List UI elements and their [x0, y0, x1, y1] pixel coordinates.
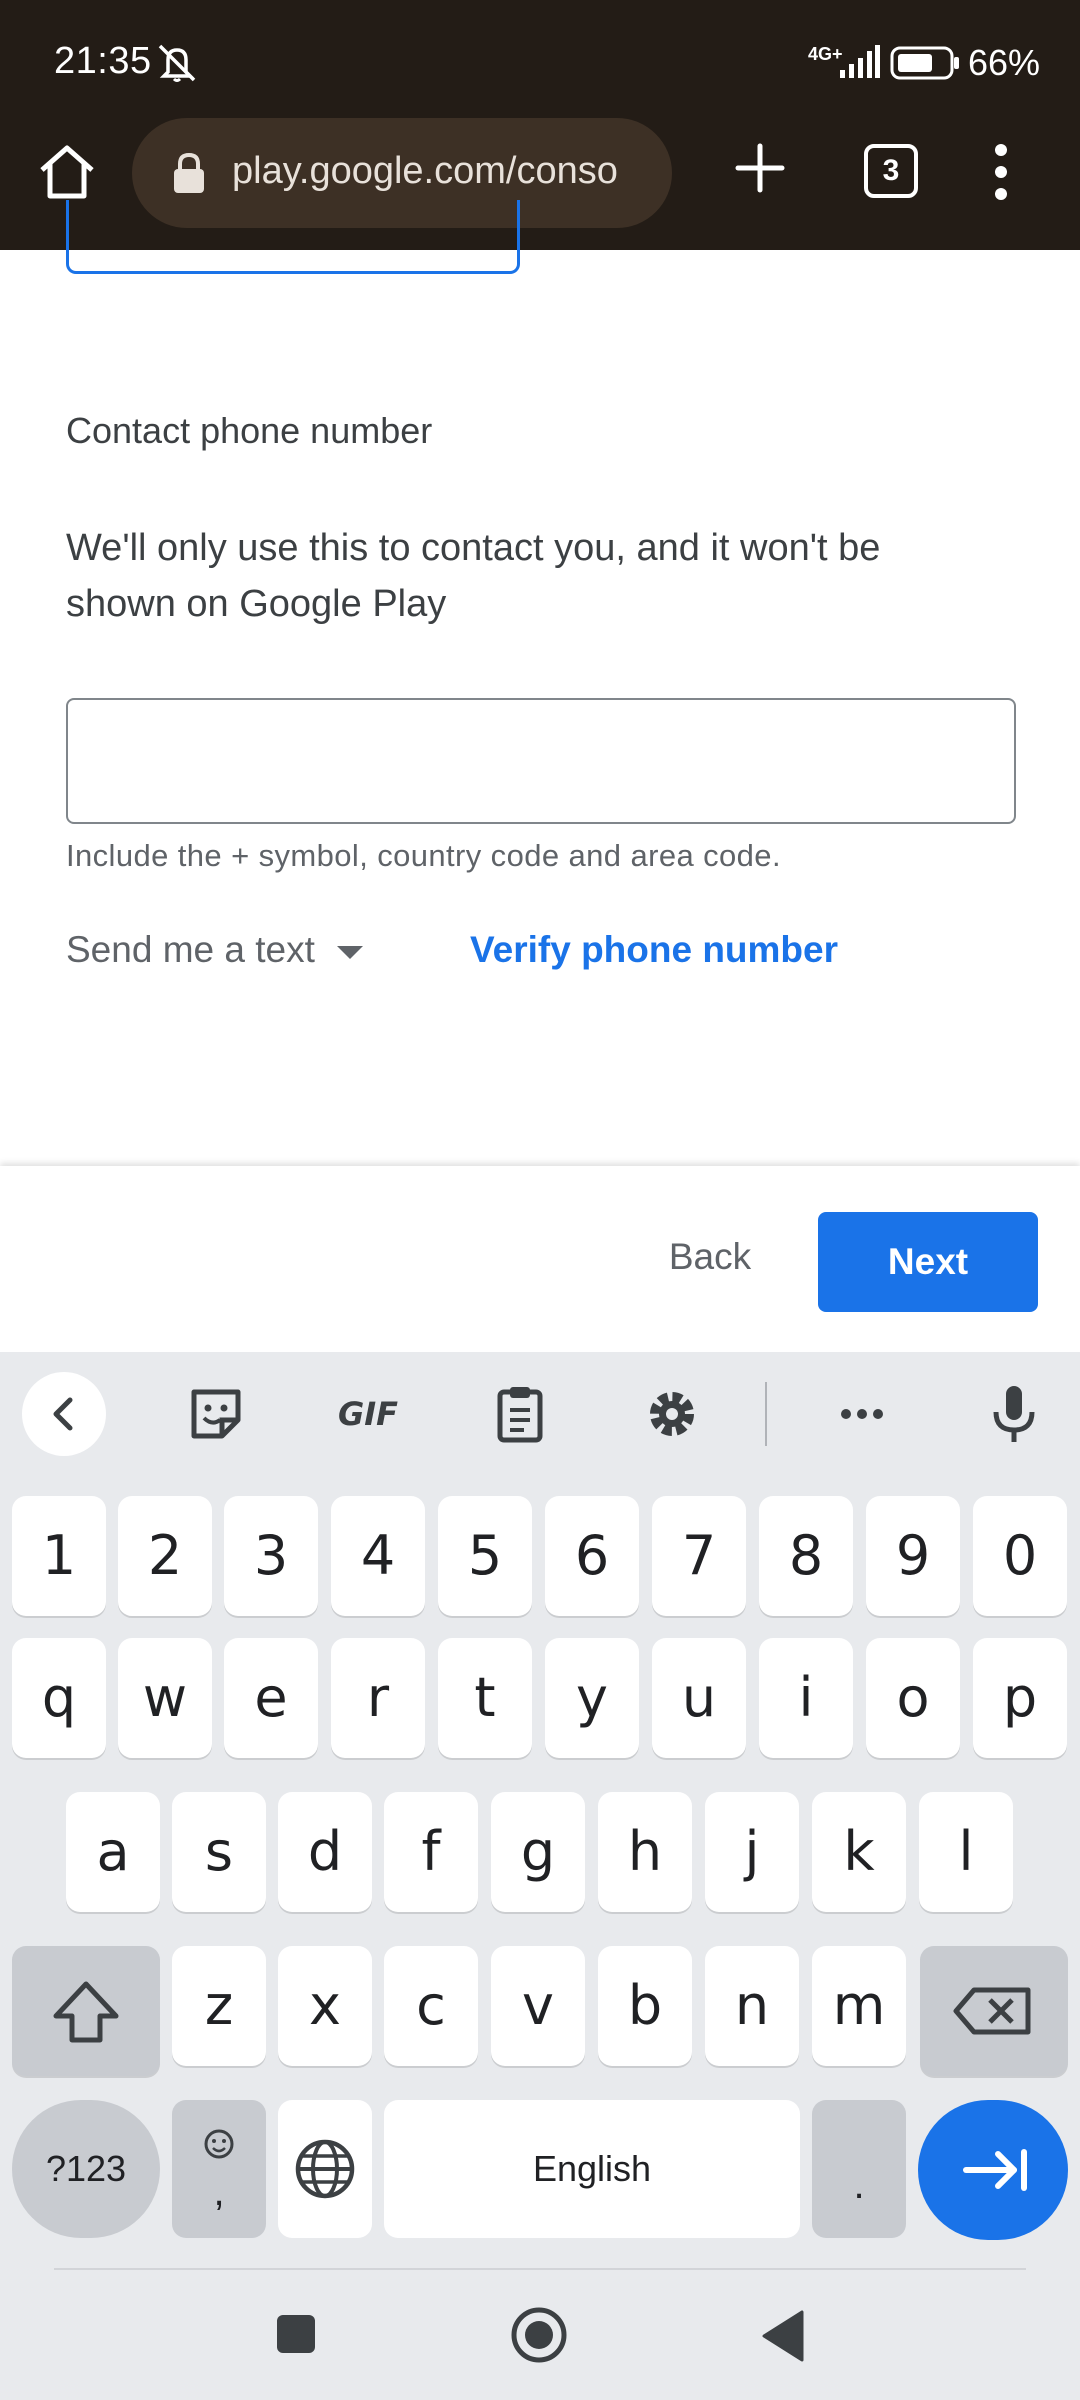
key[interactable]: b — [598, 1946, 692, 2066]
toolbar-divider — [765, 1382, 767, 1446]
globe-icon — [295, 2139, 355, 2199]
previous-input-field[interactable] — [66, 200, 520, 274]
key[interactable]: x — [278, 1946, 372, 2066]
field-description: We'll only use this to contact you, and … — [66, 527, 881, 625]
recents-icon[interactable] — [276, 2314, 316, 2354]
keyboard-divider — [54, 2268, 1026, 2270]
nav-back-icon[interactable] — [760, 2310, 806, 2362]
verification-method-dropdown[interactable]: Send me a text — [66, 922, 363, 978]
key[interactable]: z — [172, 1946, 266, 2066]
language-key[interactable] — [278, 2100, 372, 2238]
key[interactable]: p — [973, 1638, 1067, 1758]
key[interactable]: 0 — [973, 1496, 1067, 1616]
gear-icon[interactable] — [640, 1382, 704, 1446]
backspace-icon — [953, 1987, 1031, 2035]
emoji-icon — [204, 2129, 234, 2159]
period-key[interactable]: . — [812, 2100, 906, 2238]
key[interactable]: f — [384, 1792, 478, 1912]
notifications-off-icon — [158, 44, 196, 82]
key[interactable]: w — [118, 1638, 212, 1758]
shift-arrow-icon — [53, 1981, 119, 2043]
tab-forward-icon — [963, 2149, 1027, 2191]
comma-label: , — [213, 2170, 225, 2214]
key[interactable]: 3 — [224, 1496, 318, 1616]
backspace-key[interactable] — [920, 1946, 1068, 2076]
phone-number-input[interactable] — [66, 698, 1016, 824]
clipboard-icon[interactable] — [488, 1382, 552, 1446]
nav-home-icon[interactable] — [510, 2306, 568, 2364]
more-horiz-icon[interactable] — [830, 1382, 894, 1446]
verification-method-label: Send me a text — [66, 929, 315, 970]
more-vert-icon[interactable] — [986, 140, 1016, 204]
emoji-comma-key[interactable]: , — [172, 2100, 266, 2238]
key[interactable]: k — [812, 1792, 906, 1912]
key[interactable]: y — [545, 1638, 639, 1758]
phone-hint: Include the + symbol, country code and a… — [66, 838, 781, 873]
key[interactable]: m — [812, 1946, 906, 2066]
status-time: 21:35 — [54, 40, 152, 82]
key[interactable]: j — [705, 1792, 799, 1912]
key[interactable]: 4 — [331, 1496, 425, 1616]
key[interactable]: d — [278, 1792, 372, 1912]
key[interactable]: 9 — [866, 1496, 960, 1616]
key[interactable]: q — [12, 1638, 106, 1758]
key[interactable]: n — [705, 1946, 799, 2066]
key[interactable]: 8 — [759, 1496, 853, 1616]
gif-button[interactable]: GIF — [330, 1382, 406, 1446]
key[interactable]: 6 — [545, 1496, 639, 1616]
key[interactable]: 7 — [652, 1496, 746, 1616]
key[interactable]: c — [384, 1946, 478, 2066]
field-title: Contact phone number — [66, 410, 433, 451]
battery-percentage: 66% — [968, 42, 1041, 83]
verify-phone-link[interactable]: Verify phone number — [470, 922, 838, 978]
key[interactable]: o — [866, 1638, 960, 1758]
shift-key[interactable] — [12, 1946, 160, 2076]
key[interactable]: 2 — [118, 1496, 212, 1616]
back-button[interactable]: Back — [640, 1212, 780, 1302]
signal-icon — [840, 45, 880, 78]
next-button[interactable]: Next — [818, 1212, 1038, 1312]
dropdown-arrow-icon — [336, 945, 363, 959]
key[interactable]: h — [598, 1792, 692, 1912]
symbols-key[interactable]: ?123 — [12, 2100, 160, 2238]
form-footer: Back Next — [0, 1166, 1080, 1352]
url-text: play.google.com/conso — [232, 150, 618, 192]
sticker-icon[interactable] — [184, 1382, 248, 1446]
battery-icon — [890, 46, 959, 80]
key[interactable]: e — [224, 1638, 318, 1758]
tab-switcher-button[interactable]: 3 — [864, 144, 918, 198]
key[interactable]: v — [491, 1946, 585, 2066]
key[interactable]: 1 — [12, 1496, 106, 1616]
key[interactable]: r — [331, 1638, 425, 1758]
new-tab-icon[interactable] — [730, 138, 790, 198]
key[interactable]: t — [438, 1638, 532, 1758]
key[interactable]: g — [491, 1792, 585, 1912]
key[interactable]: l — [919, 1792, 1013, 1912]
key[interactable]: s — [172, 1792, 266, 1912]
chevron-left-icon — [53, 1397, 73, 1431]
key[interactable]: a — [66, 1792, 160, 1912]
lock-icon — [174, 152, 204, 193]
enter-key[interactable] — [918, 2100, 1068, 2240]
key[interactable]: u — [652, 1638, 746, 1758]
key[interactable]: 5 — [438, 1496, 532, 1616]
key[interactable]: i — [759, 1638, 853, 1758]
keyboard-toolbar-back[interactable] — [22, 1372, 106, 1456]
mic-icon[interactable] — [982, 1382, 1046, 1446]
space-key[interactable]: English — [384, 2100, 800, 2238]
home-icon[interactable] — [36, 140, 98, 202]
